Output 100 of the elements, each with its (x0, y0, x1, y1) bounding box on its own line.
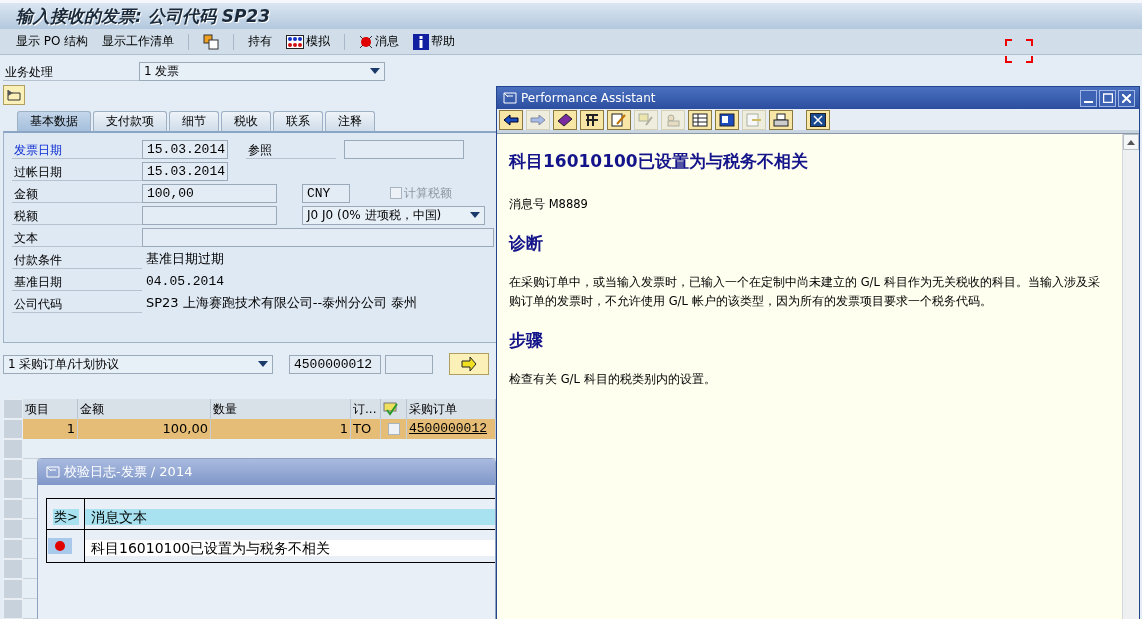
date-field[interactable]: 15.03.2014 (142, 161, 228, 181)
document-type-dropdown[interactable]: 1 采购订单/计划协议 (3, 354, 273, 374)
row-selector[interactable] (3, 439, 23, 459)
amount-field[interactable]: 100,00 (142, 183, 277, 203)
column-header: 消息文本 (85, 509, 495, 525)
dropdown-caret-icon (258, 361, 268, 367)
section-text: 在采购订单中，或当输入发票时，已输入一个在定制中尚未建立的 G/L 科目作为无关税收的科目。当输入涉及采购订单的发票时，不允许使用 G/L 帐户的该类型，因为所有的发票项目要求一个税务代码。 (509, 274, 1101, 310)
maximize-icon (1102, 93, 1113, 103)
checkbox-label: 计算税额 (404, 184, 452, 202)
toolbar-button[interactable] (769, 109, 793, 130)
row-selector[interactable] (3, 579, 23, 599)
info-icon (413, 33, 430, 50)
table-row[interactable]: 1 100,00 1 TO 4500000012 (3, 419, 496, 439)
forward-arrow-icon (530, 113, 546, 126)
section-heading: 诊断 (509, 232, 543, 255)
row-selector[interactable] (3, 599, 23, 619)
close-icon (810, 112, 826, 127)
column-header: 类> (53, 509, 79, 525)
close-icon (1122, 93, 1131, 103)
po-number-field[interactable]: 4500000012 (289, 354, 381, 374)
window-icon (719, 112, 735, 127)
field-value: SP23 上海赛跑技术有限公司--泰州分公司 泰州 (145, 294, 418, 312)
window-icon (503, 92, 517, 104)
checkmark-icon (383, 402, 399, 416)
field-value: 基准日期过期 (145, 250, 224, 268)
toolbar-button[interactable] (580, 109, 604, 130)
minimize-button[interactable] (1080, 89, 1097, 107)
maximize-button[interactable] (1099, 89, 1116, 107)
window-title: 输入接收的发票: 公司代码 SP23 (16, 4, 270, 28)
export-icon (746, 112, 762, 127)
tab[interactable]: 税收 (221, 111, 271, 131)
tab[interactable]: 支付款项 (93, 111, 167, 131)
dropdown-caret-icon (470, 212, 480, 218)
caret-up-icon (1127, 139, 1135, 145)
tab[interactable]: 基本数据 (17, 111, 91, 131)
toolbar-button[interactable]: 显示工作清单 (102, 33, 175, 51)
item-field[interactable] (385, 354, 433, 374)
column-header: 项目 (23, 399, 78, 419)
error-icon (359, 34, 374, 49)
table-cell: 100,00 (78, 419, 211, 439)
dialog-title: 校验日志-发票 / 2014 (64, 463, 193, 481)
toolbar-button[interactable]: 持有 (248, 33, 273, 51)
row-selector[interactable] (3, 559, 23, 579)
message-heading: 科目16010100已设置为与税务不相关 (509, 150, 808, 173)
toolbar-button[interactable]: 模拟 (286, 33, 331, 51)
tab[interactable]: 联系 (273, 111, 323, 131)
toolbar-button[interactable] (715, 109, 739, 130)
toolbar-button[interactable]: 显示 PO 结构 (16, 33, 89, 51)
tax-checkbox[interactable] (390, 187, 402, 199)
section-heading: 步骤 (509, 329, 543, 352)
field-label: 付款条件 (12, 249, 142, 269)
column-header: 订... (351, 399, 381, 419)
tree-toggle-button[interactable] (3, 85, 25, 105)
copy-button[interactable] (203, 33, 220, 50)
row-selector[interactable] (3, 499, 23, 519)
dots-grid-icon (286, 34, 305, 49)
currency-field[interactable]: CNY (302, 183, 350, 203)
tax-code-dropdown[interactable]: J0 J0 (0% 进项税，中国) (302, 205, 485, 225)
dropdown-caret-icon (370, 68, 380, 74)
close-button[interactable] (1118, 89, 1135, 107)
toolbar-button[interactable] (806, 109, 830, 130)
row-selector[interactable] (3, 519, 23, 539)
edit-icon (611, 112, 627, 127)
tools-icon (584, 112, 600, 127)
book-icon (557, 112, 573, 127)
tab[interactable]: 注释 (325, 111, 375, 131)
row-selector[interactable] (3, 539, 23, 559)
window-title: Performance Assistant (521, 91, 656, 105)
row-selector (3, 399, 23, 419)
transaction-dropdown[interactable]: 1 发票 (139, 61, 385, 81)
tab[interactable]: 细节 (169, 111, 219, 131)
row-selector[interactable] (3, 459, 23, 479)
toolbar-button[interactable]: 消息 (359, 33, 400, 51)
arrow-right-icon (461, 357, 477, 371)
text-field[interactable] (142, 227, 494, 247)
purchase-order-link[interactable]: 4500000012 (409, 419, 487, 439)
row-selector[interactable] (3, 479, 23, 499)
toolbar-button[interactable] (553, 109, 577, 130)
message-number: 消息号 M8889 (509, 196, 588, 213)
field-label: 参照 (246, 139, 336, 159)
toolbar-button[interactable] (688, 109, 712, 130)
column-header: 采购订单 (407, 399, 496, 419)
amount-field[interactable] (142, 205, 277, 225)
date-field[interactable]: 15.03.2014 (142, 139, 228, 159)
focus-corners-icon (1005, 39, 1033, 64)
message-text: 科目16010100已设置为与税务不相关 (85, 540, 495, 556)
scroll-up-button[interactable] (1123, 134, 1139, 150)
column-header: 金额 (78, 399, 211, 419)
window-icon (46, 466, 60, 478)
reference-field[interactable] (344, 139, 464, 159)
row-selector[interactable] (3, 419, 23, 439)
copy-icon (203, 33, 220, 50)
toolbar-button[interactable] (499, 109, 523, 130)
back-arrow-icon (503, 113, 519, 126)
row-checkbox[interactable] (387, 423, 400, 435)
minimize-icon (1084, 101, 1093, 103)
toolbar-button[interactable]: 帮助 (413, 33, 456, 51)
field-label: 基准日期 (12, 271, 142, 291)
transfer-button[interactable] (449, 353, 489, 375)
field-label: 公司代码 (12, 293, 142, 313)
